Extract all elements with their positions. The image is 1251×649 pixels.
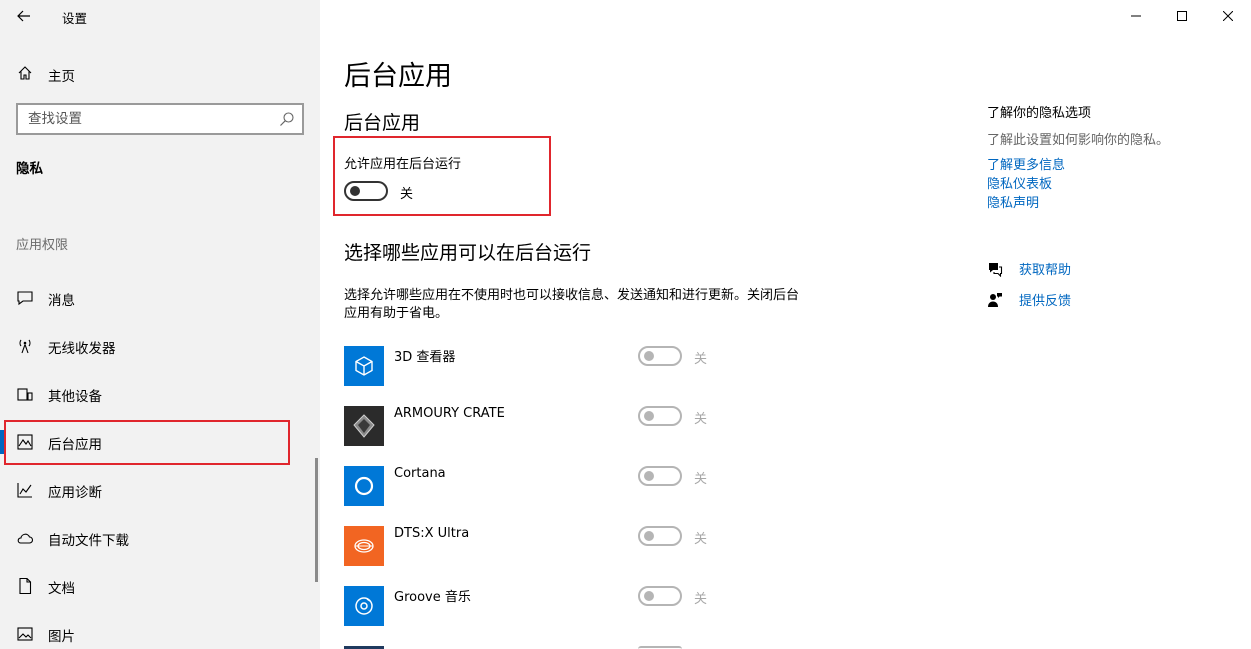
toggle-state: 关 xyxy=(400,187,414,202)
toggle-knob xyxy=(350,186,360,196)
app-name: Cortana xyxy=(394,466,446,481)
diagnostics-icon xyxy=(17,483,32,498)
sidebar-item-pictures[interactable]: 图片 xyxy=(0,612,320,649)
app-row: Groove 音乐 xyxy=(344,586,744,626)
sidebar-item-label: 消息 xyxy=(48,293,75,309)
home-icon xyxy=(18,66,32,80)
toggle-knob xyxy=(644,531,654,541)
sidebar-item-label: 其他设备 xyxy=(48,389,102,405)
sidebar-scrollbar[interactable] xyxy=(315,458,318,582)
sidebar-item-label: 无线收发器 xyxy=(48,341,116,357)
maximize-icon xyxy=(1177,11,1187,21)
sidebar-item-auto-download[interactable]: 自动文件下载 xyxy=(0,516,320,560)
app-name: Groove 音乐 xyxy=(394,590,471,605)
help-chat-icon xyxy=(989,263,1003,277)
back-button[interactable] xyxy=(10,3,38,29)
app-toggle[interactable] xyxy=(638,586,682,606)
home-label: 主页 xyxy=(48,69,75,85)
learn-more-link[interactable]: 了解更多信息 xyxy=(987,154,1065,173)
group-label: 应用权限 xyxy=(16,238,69,253)
document-icon xyxy=(19,577,32,595)
sidebar: 设置 主页 隐私 应用权限 消息 xyxy=(0,0,320,649)
sidebar-item-label: 应用诊断 xyxy=(48,485,102,501)
app-toggle[interactable] xyxy=(638,346,682,366)
section-title: 隐私 xyxy=(16,161,43,177)
search-input[interactable] xyxy=(18,105,268,133)
sidebar-item-radios[interactable]: 无线收发器 xyxy=(0,324,320,368)
sidebar-item-home[interactable]: 主页 xyxy=(0,58,320,88)
highlight-box xyxy=(333,136,551,216)
sidebar-item-other-devices[interactable]: 其他设备 xyxy=(0,372,320,416)
get-help-label: 获取帮助 xyxy=(1019,263,1072,278)
3d-viewer-icon xyxy=(344,346,384,386)
dts-x-ultra-icon xyxy=(344,526,384,566)
app-toggle[interactable] xyxy=(638,466,682,486)
cloud-icon xyxy=(17,533,33,544)
app-row: Cortana xyxy=(344,466,744,506)
toggle-knob xyxy=(644,411,654,421)
privacy-dashboard-link[interactable]: 隐私仪表板 xyxy=(987,173,1052,192)
sidebar-item-documents[interactable]: 文档 xyxy=(0,564,320,608)
maximize-button[interactable] xyxy=(1159,0,1205,32)
minimize-icon xyxy=(1131,15,1141,17)
privacy-statement-link[interactable]: 隐私声明 xyxy=(987,192,1039,211)
app-row: ARMOURY CRATE xyxy=(344,406,744,446)
main-content: 后台应用 后台应用 允许应用在后台运行 关 选择哪些应用可以在后台运行 选择允许… xyxy=(320,0,1251,649)
picture-icon xyxy=(17,627,33,641)
highlight-box xyxy=(4,420,290,465)
sidebar-item-messages[interactable]: 消息 xyxy=(0,276,320,320)
toggle-state: 关 xyxy=(694,352,708,367)
close-button[interactable] xyxy=(1205,0,1251,32)
toggle-knob xyxy=(644,591,654,601)
app-name: 3D 查看器 xyxy=(394,350,456,365)
toggle-knob xyxy=(644,351,654,361)
cortana-icon xyxy=(344,466,384,506)
section-heading: 后台应用 xyxy=(344,112,421,134)
close-icon xyxy=(1223,11,1233,21)
back-arrow-icon xyxy=(17,10,30,22)
feedback-person-icon xyxy=(988,293,1002,307)
app-title: 设置 xyxy=(62,11,88,26)
sidebar-item-app-diagnostics[interactable]: 应用诊断 xyxy=(0,468,320,512)
toggle-state: 关 xyxy=(694,472,708,487)
toggle-state: 关 xyxy=(694,532,708,547)
armoury-crate-icon xyxy=(344,406,384,446)
give-feedback-label: 提供反馈 xyxy=(1019,294,1072,309)
minimize-button[interactable] xyxy=(1113,0,1159,32)
app-toggle[interactable] xyxy=(638,526,682,546)
toggle-knob xyxy=(644,471,654,481)
settings-window: 设置 主页 隐私 应用权限 消息 xyxy=(0,0,1251,649)
sidebar-item-label: 图片 xyxy=(48,629,75,645)
sidebar-item-label: 文档 xyxy=(48,581,75,597)
toggle-state: 关 xyxy=(694,592,708,607)
app-name: ARMOURY CRATE xyxy=(394,406,505,421)
description: 选择允许哪些应用在不使用时也可以接收信息、发送通知和进行更新。关闭后台应用有助于… xyxy=(344,288,800,321)
app-toggle[interactable] xyxy=(638,406,682,426)
app-name: DTS:X Ultra xyxy=(394,526,470,541)
allow-background-label: 允许应用在后台运行 xyxy=(344,157,462,172)
search-icon[interactable] xyxy=(279,111,295,127)
page-title: 后台应用 xyxy=(344,61,452,92)
privacy-options-heading: 了解你的隐私选项 xyxy=(987,106,1092,121)
title-bar: 设置 xyxy=(0,0,320,32)
app-row: DTS:X Ultra xyxy=(344,526,744,566)
privacy-options-text: 了解此设置如何影响你的隐私。 xyxy=(987,133,1170,148)
message-icon xyxy=(17,291,33,306)
search-box[interactable] xyxy=(16,103,304,135)
devices-icon xyxy=(17,388,33,401)
sidebar-item-label: 自动文件下载 xyxy=(48,533,129,549)
allow-background-toggle[interactable] xyxy=(344,181,388,201)
choose-apps-heading: 选择哪些应用可以在后台运行 xyxy=(344,242,592,264)
toggle-state: 关 xyxy=(694,412,708,427)
antenna-icon xyxy=(19,339,31,354)
app-row: 3D 查看器 xyxy=(344,346,744,386)
groove-music-icon xyxy=(344,586,384,626)
